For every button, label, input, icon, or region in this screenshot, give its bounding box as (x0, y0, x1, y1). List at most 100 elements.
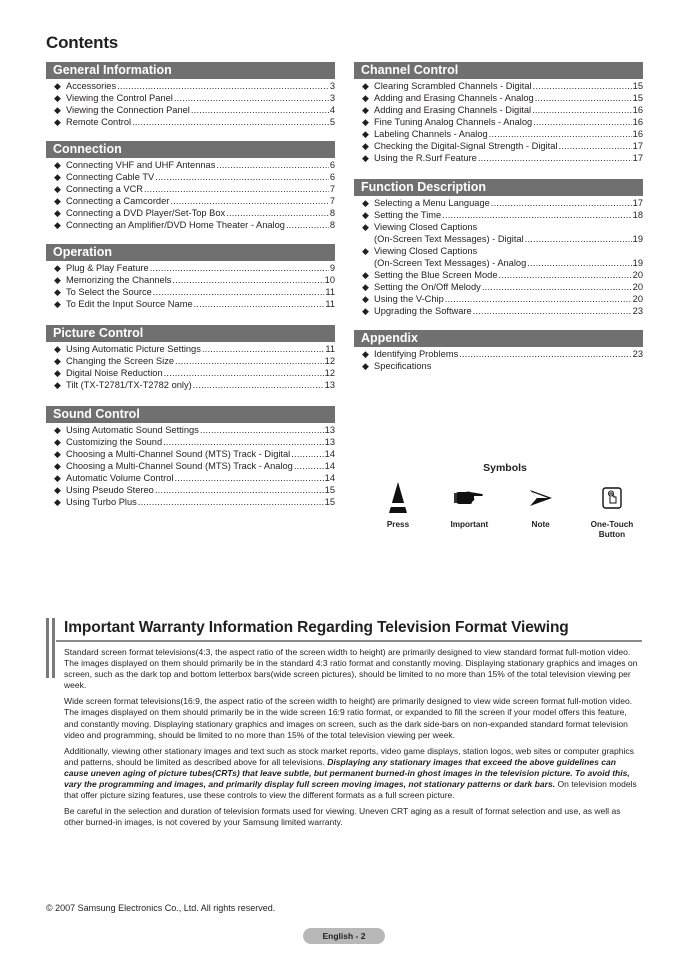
dot-leader (291, 448, 323, 460)
toc-entry[interactable]: ◆ Remote Control 5 (54, 116, 335, 128)
toc-page-number: 15 (324, 485, 335, 495)
toc-entry[interactable]: ◆ Using Turbo Plus 15 (54, 496, 335, 508)
toc-entry[interactable]: ◆ Connecting an Amplifier/DVD Home Theate… (54, 219, 335, 231)
toc-entry[interactable]: ◆ Changing the Screen Size 12 (54, 355, 335, 367)
toc-page-number: 4 (329, 105, 335, 115)
toc-section-general-information: General Information ◆ Accessories 3 ◆ Viewing… (46, 62, 335, 128)
toc-section-picture-control: Picture Control ◆ Using Automatic Picture … (46, 325, 335, 391)
toc-entry[interactable]: ◆ Choosing a Multi-Channel Sound (MTS) Tr… (54, 460, 335, 472)
toc-entry[interactable]: ◆ Viewing Closed Captions (On-Screen Text … (362, 221, 643, 245)
toc-page-number: 19 (632, 234, 643, 244)
toc-page-number: 16 (632, 117, 643, 127)
toc-entry[interactable]: ◆ Tilt (TX-T2781/TX-T2782 only) 13 (54, 379, 335, 391)
bullet-diamond-icon: ◆ (54, 356, 61, 366)
bullet-diamond-icon: ◆ (362, 349, 369, 359)
toc-entry[interactable]: ◆ Using Pseudo Stereo 15 (54, 484, 335, 496)
toc-entry[interactable]: ◆ Viewing the Connection Panel 4 (54, 104, 335, 116)
toc-entry-title: (On-Screen Text Messages) - Analog (374, 258, 527, 268)
toc-entry[interactable]: ◆ Adding and Erasing Channels - Digital 16 (362, 104, 643, 116)
toc-entry[interactable]: ◆ Using Automatic Picture Settings 11 (54, 343, 335, 355)
dot-leader (174, 472, 323, 484)
toc-entry[interactable]: ◆ Connecting a VCR 7 (54, 183, 335, 195)
toc-entry[interactable]: ◆ Adding and Erasing Channels - Analog 15 (362, 92, 643, 104)
toc-page-number: 7 (329, 184, 335, 194)
dot-leader (191, 104, 329, 116)
symbols-title: Symbols (483, 462, 527, 474)
toc-entry[interactable]: ◆ Clearing Scrambled Channels - Digital 15 (362, 80, 643, 92)
dot-leader (153, 286, 325, 298)
toc-page-number: 9 (329, 263, 335, 273)
symbol-note: Note (507, 482, 575, 540)
toc-entry[interactable]: ◆ Using the R.Surf Feature 17 (362, 152, 643, 164)
toc-entry[interactable]: ◆ Labeling Channels - Analog 16 (362, 128, 643, 140)
toc-list: ◆ Clearing Scrambled Channels - Digital 15… (354, 80, 643, 164)
toc-page-number: 12 (324, 356, 335, 366)
toc-page-number: 5 (329, 117, 335, 127)
warranty-accent-bars (46, 618, 56, 678)
toc-entry[interactable]: ◆ Using Automatic Sound Settings 13 (54, 424, 335, 436)
toc-entry[interactable]: ◆ Setting the On/Off Melody 20 (362, 281, 643, 293)
toc-entry[interactable]: ◆ Automatic Volume Control 14 (54, 472, 335, 484)
dot-leader (132, 116, 329, 128)
toc-entry-title: Adding and Erasing Channels - Digital (374, 105, 532, 115)
toc-entry[interactable]: ◆ To Edit the Input Source Name 11 (54, 298, 335, 310)
toc-entry[interactable]: ◆ Checking the Digital-Signal Strength - … (362, 140, 643, 152)
toc-entry[interactable]: ◆ Connecting a DVD Player/Set-Top Box 8 (54, 207, 335, 219)
symbol-label: Press (386, 520, 410, 529)
toc-entry[interactable]: ◆ Digital Noise Reduction 12 (54, 367, 335, 379)
dot-leader (478, 152, 632, 164)
toc-entry-title: Memorizing the Channels (66, 275, 172, 285)
toc-entry-title: Connecting VHF and UHF Antennas (66, 160, 216, 170)
toc-entry[interactable]: ◆ Setting the Time 18 (362, 209, 643, 221)
dot-leader (286, 219, 329, 231)
toc-list: ◆ Using Automatic Picture Settings 11 ◆ Chan… (46, 343, 335, 391)
toc-entry[interactable]: ◆ Specifications (362, 360, 643, 372)
bullet-diamond-icon: ◆ (362, 210, 369, 220)
toc-entry[interactable]: ◆ Accessories 3 (54, 80, 335, 92)
bullet-diamond-icon: ◆ (362, 93, 369, 103)
toc-entry-title: Tilt (TX-T2781/TX-T2782 only) (66, 380, 192, 390)
dot-leader (459, 348, 631, 360)
toc-entry[interactable]: ◆ Setting the Blue Screen Mode 20 (362, 269, 643, 281)
toc-entry[interactable]: ◆ Memorizing the Channels 10 (54, 274, 335, 286)
toc-page-number: 13 (324, 437, 335, 447)
toc-entry[interactable]: ◆ Customizing the Sound 13 (54, 436, 335, 448)
bullet-diamond-icon: ◆ (54, 208, 61, 218)
toc-entry[interactable]: ◆ Viewing the Control Panel 3 (54, 92, 335, 104)
toc-entry[interactable]: ◆ Selecting a Menu Language 17 (362, 197, 643, 209)
dot-leader (527, 257, 631, 269)
bullet-diamond-icon: ◆ (54, 437, 61, 447)
warranty-title: Important Warranty Information Regarding… (64, 619, 569, 636)
dot-leader (558, 140, 631, 152)
toc-entry-title: Plug & Play Feature (66, 263, 149, 273)
toc-entry-title: Using the V-Chip (374, 294, 444, 304)
toc-entry[interactable]: ◆ Plug & Play Feature 9 (54, 262, 335, 274)
bullet-diamond-icon: ◆ (54, 299, 61, 309)
toc-entry[interactable]: ◆ To Select the Source 11 (54, 286, 335, 298)
toc-list: ◆ Connecting VHF and UHF Antennas 6 ◆ Connec… (46, 159, 335, 231)
toc-entry[interactable]: ◆ Identifying Problems 23 (362, 348, 643, 360)
bullet-diamond-icon: ◆ (362, 246, 369, 256)
bullet-diamond-icon: ◆ (362, 361, 369, 371)
symbol-one-touch: One-Touch Button (578, 482, 646, 540)
toc-entry[interactable]: ◆ Viewing Closed Captions (On-Screen Text … (362, 245, 643, 269)
toc-entry[interactable]: ◆ Connecting a Camcorder 7 (54, 195, 335, 207)
toc-page-number: 17 (632, 141, 643, 151)
toc-entry[interactable]: ◆ Upgrading the Software 23 (362, 305, 643, 317)
toc-entry-title: Using Turbo Plus (66, 497, 137, 507)
toc-entry[interactable]: ◆ Connecting VHF and UHF Antennas 6 (54, 159, 335, 171)
symbol-label: One-Touch Button (590, 520, 634, 539)
toc-page-number: 20 (632, 270, 643, 280)
toc-entry[interactable]: ◆ Using the V-Chip 20 (362, 293, 643, 305)
toc-list: ◆ Selecting a Menu Language 17 ◆ Setting the… (354, 197, 643, 317)
toc-entry-title: Using Automatic Sound Settings (66, 425, 199, 435)
toc-entry[interactable]: ◆ Fine Tuning Analog Channels - Analog 16 (362, 116, 643, 128)
toc-entry-title: Selecting a Menu Language (374, 198, 490, 208)
toc-page-number: 3 (329, 93, 335, 103)
toc-page-number: 18 (632, 210, 643, 220)
toc-entry-title: Automatic Volume Control (66, 473, 174, 483)
toc-list: ◆ Accessories 3 ◆ Viewing the Control Panel 3… (46, 80, 335, 128)
bullet-diamond-icon: ◆ (54, 81, 61, 91)
toc-entry[interactable]: ◆ Choosing a Multi-Channel Sound (MTS) Tr… (54, 448, 335, 460)
toc-entry[interactable]: ◆ Connecting Cable TV 6 (54, 171, 335, 183)
